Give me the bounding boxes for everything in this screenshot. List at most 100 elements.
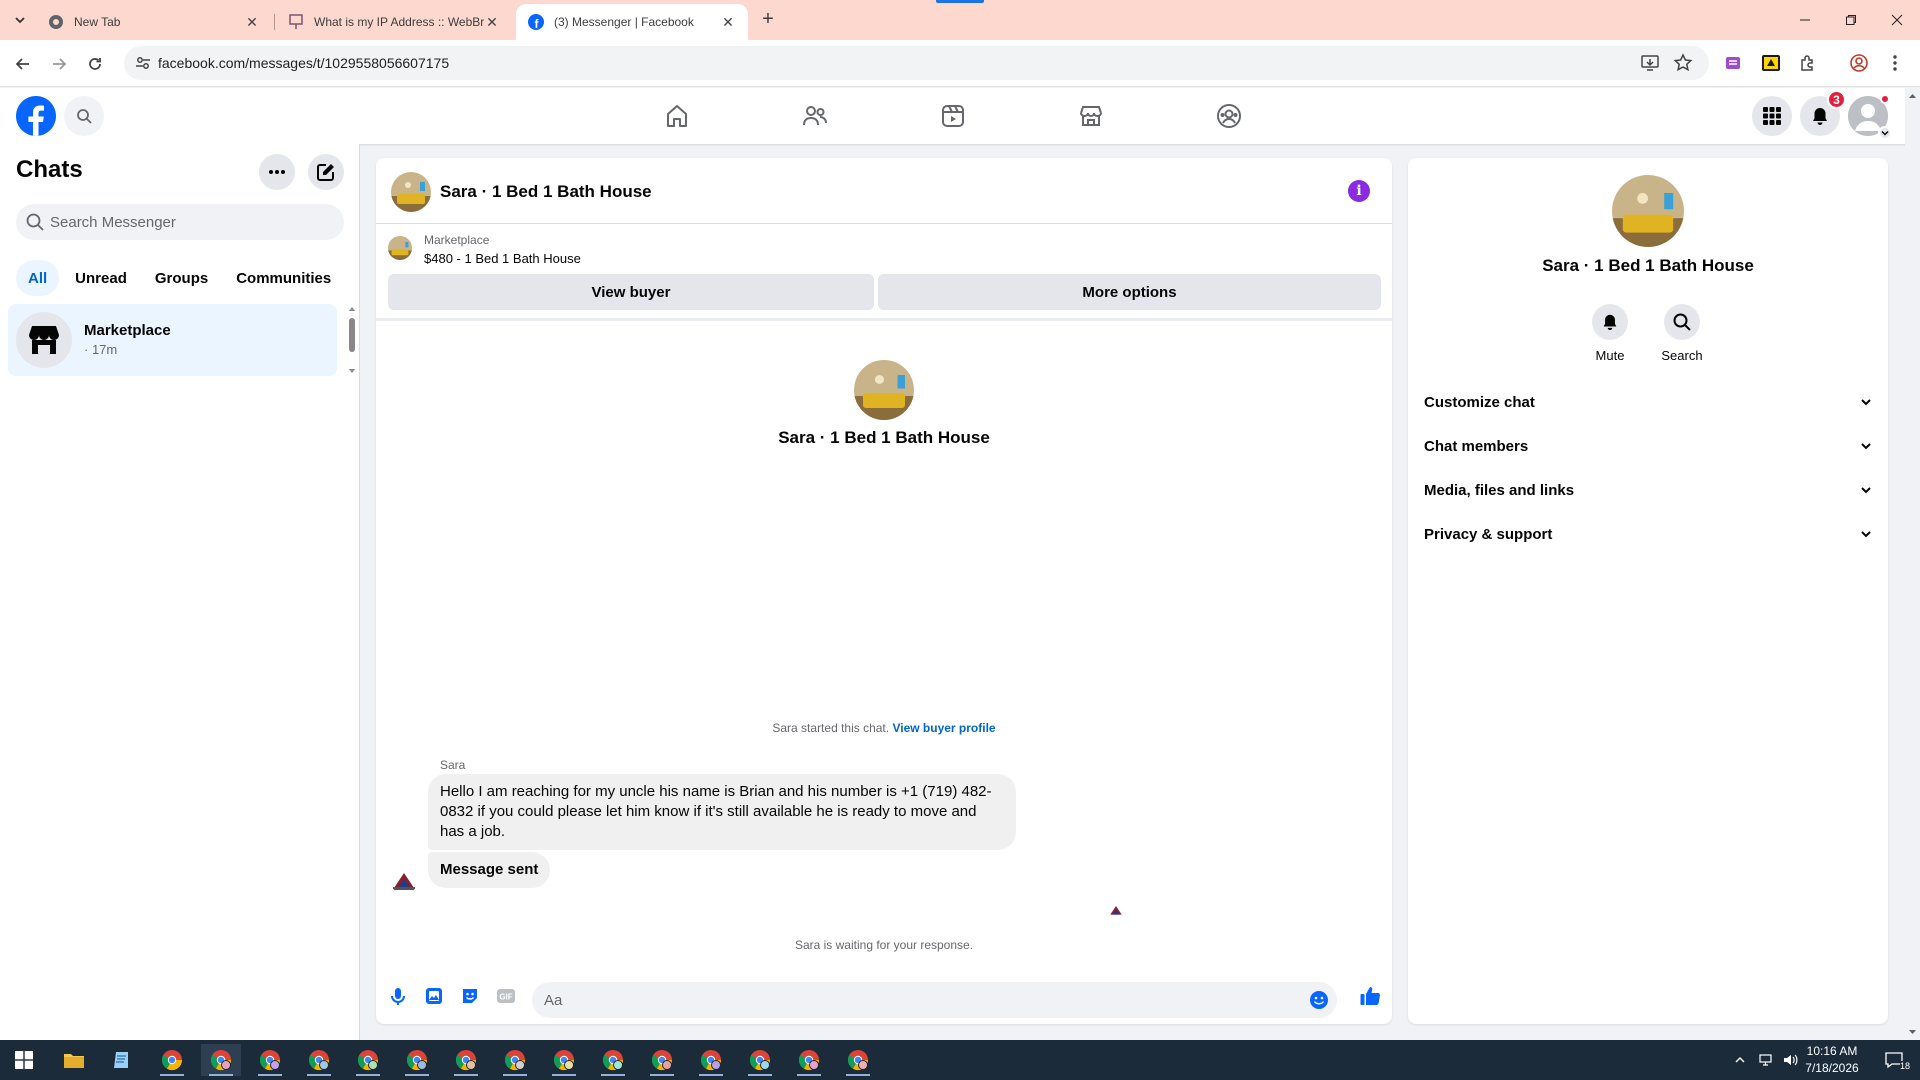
search-in-chat-button[interactable] <box>1664 304 1700 340</box>
info-panel-avatar[interactable] <box>1612 175 1684 247</box>
facebook-logo[interactable] <box>16 96 56 136</box>
chrome-profile-taskbar-button[interactable] <box>348 1044 388 1076</box>
messenger-search-input[interactable] <box>50 204 334 240</box>
section-media-files-links[interactable]: Media, files and links <box>1424 468 1872 512</box>
chrome-profile-taskbar-button[interactable] <box>593 1044 633 1076</box>
site-settings-icon[interactable] <box>134 54 152 72</box>
new-tab-button[interactable]: + <box>756 8 780 32</box>
section-privacy-support[interactable]: Privacy & support <box>1424 512 1872 556</box>
message-bubble[interactable]: Hello I am reaching for my uncle his nam… <box>428 774 1016 850</box>
new-message-button[interactable] <box>308 154 344 190</box>
message-bubble[interactable]: Message sent <box>428 852 551 888</box>
notepad-button[interactable] <box>102 1044 142 1076</box>
nav-home[interactable] <box>621 88 733 144</box>
listing-price-title[interactable]: $480 - 1 Bed 1 Bath House <box>424 251 581 266</box>
message-input[interactable] <box>544 982 1284 1018</box>
close-tab-icon[interactable]: ✕ <box>244 14 260 30</box>
search-action[interactable]: Search <box>1650 304 1714 363</box>
file-explorer-button[interactable] <box>54 1044 94 1076</box>
mute-button[interactable] <box>1592 304 1628 340</box>
info-panel-name: Sara · 1 Bed 1 Bath House <box>1542 256 1754 275</box>
nav-marketplace[interactable] <box>1035 88 1147 144</box>
filter-unread[interactable]: Unread <box>63 260 139 296</box>
extension-yellow-icon[interactable] <box>1760 52 1782 74</box>
close-tab-icon[interactable]: ✕ <box>720 14 736 30</box>
restore-button[interactable] <box>1828 0 1874 40</box>
chats-options-button[interactable] <box>259 154 295 190</box>
chrome-profile-taskbar-button[interactable] <box>740 1044 780 1076</box>
tab-new-tab[interactable]: New Tab ✕ <box>36 4 272 40</box>
tab-messenger[interactable]: f (3) Messenger | Facebook ✕ <box>516 4 748 40</box>
account-avatar-button[interactable] <box>1848 94 1892 140</box>
chrome-profile-taskbar-button[interactable] <box>299 1044 339 1076</box>
profile-icon[interactable] <box>1848 52 1870 74</box>
more-options-button[interactable]: More options <box>878 274 1381 310</box>
section-customize-chat[interactable]: Customize chat <box>1424 380 1872 424</box>
page-scrollbar[interactable] <box>1905 88 1920 1040</box>
message-input-wrapper[interactable] <box>532 982 1337 1018</box>
address-bar[interactable]: facebook.com/messages/t/1029558056607175 <box>124 46 1709 80</box>
action-center-button[interactable]: 18 <box>1874 1044 1914 1076</box>
filter-all[interactable]: All <box>16 260 60 296</box>
nav-video[interactable] <box>897 88 1009 144</box>
chrome-profile-taskbar-button[interactable] <box>838 1044 878 1076</box>
chat-list-item-marketplace[interactable]: Marketplace · 17m <box>8 304 337 376</box>
nav-friends[interactable] <box>759 88 871 144</box>
conversation-title[interactable]: Sara · 1 Bed 1 Bath House <box>440 182 652 202</box>
menu-button[interactable] <box>1752 96 1792 136</box>
section-chat-members[interactable]: Chat members <box>1424 424 1872 468</box>
extensions-puzzle-icon[interactable] <box>1797 52 1819 74</box>
sticker-button[interactable] <box>458 984 482 1008</box>
chrome-profile-taskbar-button[interactable] <box>495 1044 535 1076</box>
listing-thumbnail[interactable] <box>388 236 412 260</box>
bookmark-star-icon[interactable] <box>1673 53 1693 73</box>
tab-search-button[interactable] <box>8 8 32 32</box>
emoji-button[interactable] <box>1309 990 1329 1015</box>
tab-ip-address[interactable]: What is my IP Address :: WebBr ✕ <box>276 4 512 40</box>
extension-purple-icon[interactable] <box>1722 52 1744 74</box>
notifications-button[interactable]: 3 <box>1800 90 1846 136</box>
chrome-profile-taskbar-button[interactable] <box>201 1044 241 1076</box>
sender-avatar[interactable] <box>390 866 418 894</box>
chrome-profile-taskbar-button[interactable] <box>642 1044 682 1076</box>
voice-clip-button[interactable] <box>386 984 410 1008</box>
facebook-search-button[interactable] <box>64 96 104 136</box>
chrome-profile-taskbar-button[interactable] <box>544 1044 584 1076</box>
mute-action[interactable]: Mute <box>1578 304 1642 363</box>
chrome-profile-taskbar-button[interactable] <box>446 1044 486 1076</box>
close-window-button[interactable] <box>1874 0 1920 40</box>
start-button[interactable] <box>4 1044 44 1076</box>
messenger-search[interactable] <box>16 204 344 240</box>
network-icon[interactable] <box>1758 1053 1774 1067</box>
chevron-up-icon[interactable] <box>1734 1054 1746 1066</box>
gif-icon: GIF <box>497 989 515 1003</box>
chrome-profile-icon <box>651 1050 673 1071</box>
gif-button[interactable]: GIF <box>494 984 518 1008</box>
account-chevron-icon <box>1878 126 1892 140</box>
conversation-info-button[interactable]: i <box>1348 180 1370 202</box>
minimize-button[interactable] <box>1782 0 1828 40</box>
browser-menu-icon[interactable] <box>1884 52 1906 74</box>
chrome-profile-taskbar-button[interactable] <box>397 1044 437 1076</box>
view-buyer-button[interactable]: View buyer <box>388 274 874 310</box>
back-button[interactable] <box>10 51 36 77</box>
chrome-profile-taskbar-button[interactable] <box>789 1044 829 1076</box>
install-app-icon[interactable] <box>1640 53 1660 73</box>
reload-button[interactable] <box>82 51 108 77</box>
system-clock[interactable]: 10:16 AM 7/18/2026 <box>1796 1043 1868 1077</box>
attach-photo-button[interactable] <box>422 984 446 1008</box>
close-tab-icon[interactable]: ✕ <box>484 14 500 30</box>
nav-groups[interactable] <box>1173 88 1285 144</box>
house-avatar[interactable] <box>391 172 431 212</box>
running-indicator <box>503 1074 527 1076</box>
sidebar-scrollbar[interactable] <box>346 304 358 376</box>
forward-button[interactable] <box>46 51 72 77</box>
chrome-taskbar-button[interactable] <box>152 1044 192 1076</box>
chrome-profile-taskbar-button[interactable] <box>250 1044 290 1076</box>
filter-communities[interactable]: Communities <box>224 260 343 296</box>
like-send-button[interactable] <box>1358 984 1382 1008</box>
view-buyer-profile-link[interactable]: View buyer profile <box>892 721 995 735</box>
filter-groups[interactable]: Groups <box>143 260 220 296</box>
chrome-profile-taskbar-button[interactable] <box>691 1044 731 1076</box>
intro-avatar[interactable] <box>854 360 914 420</box>
